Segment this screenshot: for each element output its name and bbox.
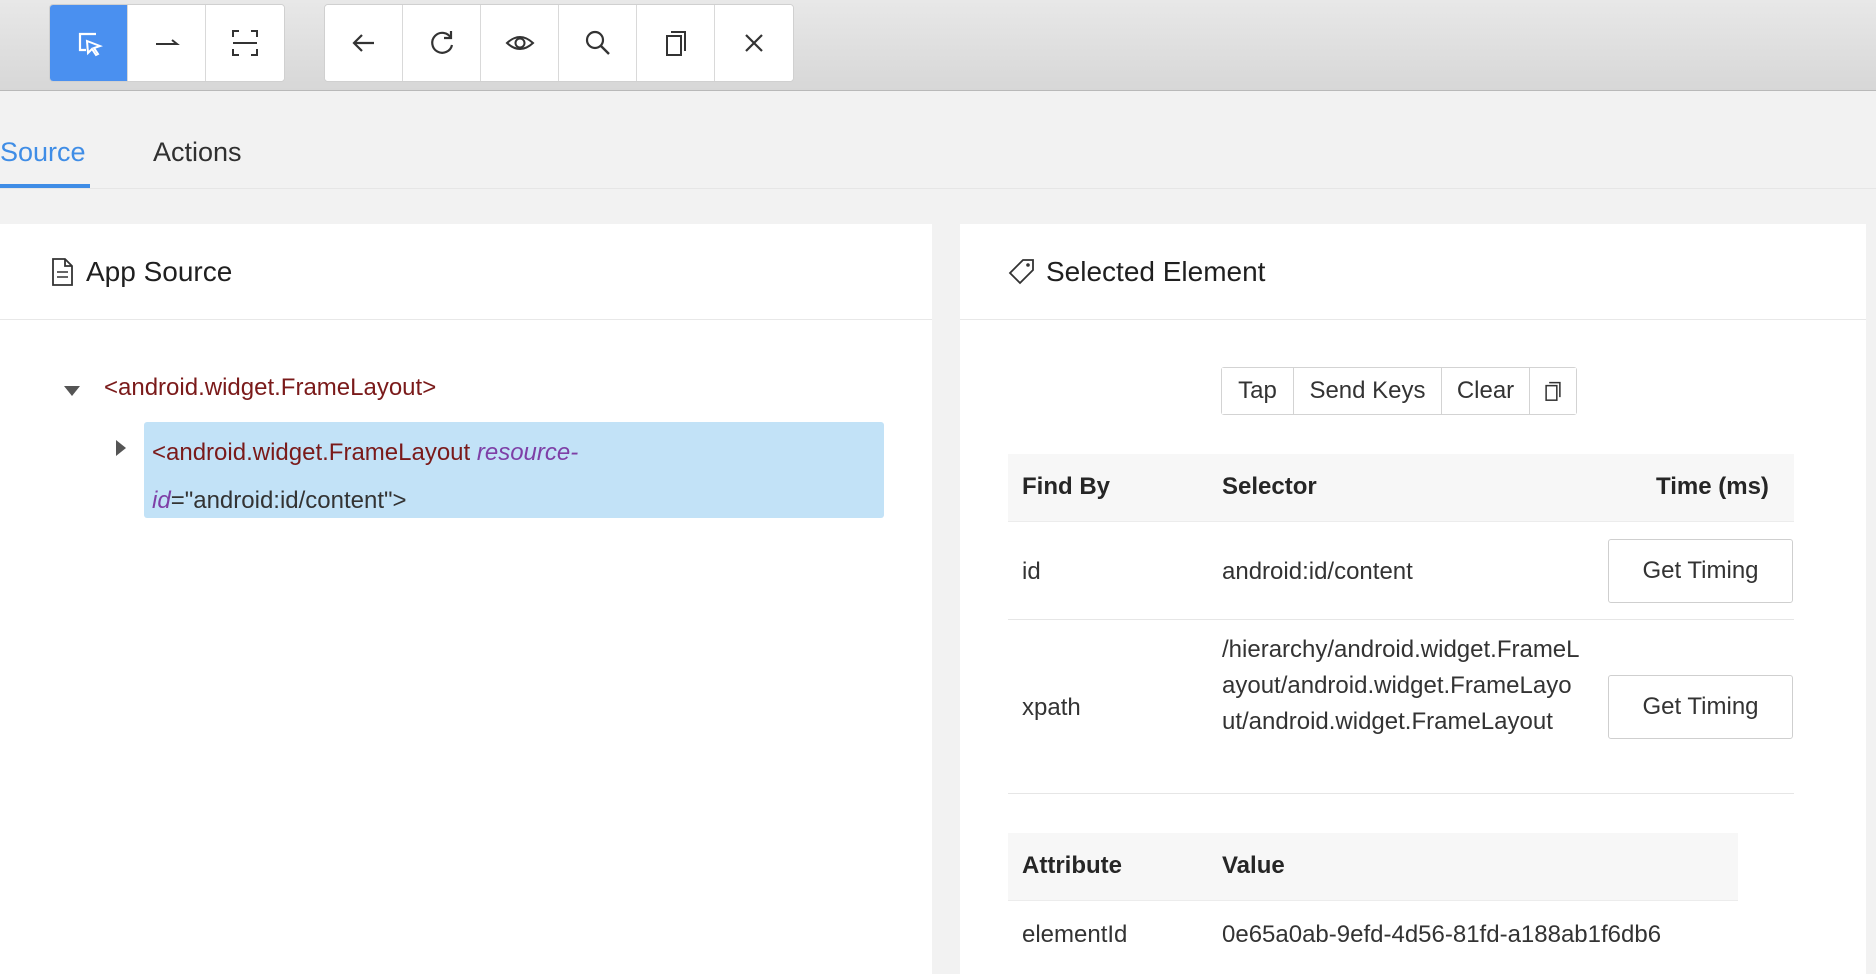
find-by-cell: xpath bbox=[1022, 694, 1081, 721]
table-row: xpath /hierarchy/android.widget.FrameLay… bbox=[1008, 620, 1794, 794]
get-timing-button[interactable]: Get Timing bbox=[1608, 539, 1793, 603]
selector-cell: /hierarchy/android.widget.FrameLayout/an… bbox=[1222, 636, 1580, 735]
tree-node-attr-name-cont: id bbox=[152, 487, 171, 514]
tab-bar: Source Actions bbox=[0, 91, 1876, 189]
attribute-value-cell: 0e65a0ab-9efd-4d56-81fd-a188ab1f6db6 bbox=[1222, 921, 1662, 948]
table-row: elementId 0e65a0ab-9efd-4d56-81fd-a188ab… bbox=[1008, 901, 1738, 974]
swipe-button[interactable] bbox=[128, 5, 206, 81]
swipe-arrow-icon bbox=[155, 39, 180, 45]
table-row: id android:id/content Get Timing bbox=[1008, 522, 1794, 620]
attribute-table-header: Attribute Value bbox=[1008, 833, 1738, 901]
copy-attributes-button[interactable] bbox=[1530, 368, 1576, 414]
attribute-name-cell: elementId bbox=[1022, 921, 1128, 948]
action-button-group bbox=[324, 4, 794, 82]
find-by-cell: id bbox=[1022, 558, 1041, 585]
file-icon bbox=[52, 257, 73, 286]
col-time: Time (ms) bbox=[1656, 473, 1769, 500]
selected-element-header: Selected Element bbox=[960, 224, 1866, 320]
col-selector: Selector bbox=[1222, 473, 1317, 500]
expand-caret-icon[interactable] bbox=[116, 440, 126, 456]
select-element-icon bbox=[78, 32, 103, 57]
eye-icon bbox=[505, 36, 534, 50]
refresh-button[interactable] bbox=[403, 5, 481, 81]
selector-cell: android:id/content bbox=[1222, 558, 1413, 585]
tree-node-root[interactable]: <android.widget.FrameLayout> bbox=[104, 374, 436, 402]
tree-node-selected[interactable]: <android.widget.FrameLayout resource- id… bbox=[144, 422, 884, 518]
app-source-title: App Source bbox=[86, 255, 233, 287]
toggle-attributes-button[interactable] bbox=[481, 5, 559, 81]
col-attribute: Attribute bbox=[1022, 852, 1122, 879]
tap-coordinates-icon bbox=[232, 30, 258, 56]
element-action-bar: Tap Send Keys Clear bbox=[1221, 367, 1577, 415]
selected-element-panel: Selected Element Tap Send Keys Clear Fin… bbox=[960, 224, 1866, 974]
send-keys-button[interactable]: Send Keys bbox=[1294, 368, 1442, 414]
back-arrow-icon bbox=[351, 34, 374, 52]
clear-button[interactable]: Clear bbox=[1442, 368, 1530, 414]
collapse-caret-icon[interactable] bbox=[64, 386, 80, 396]
refresh-icon bbox=[430, 31, 453, 54]
copy-button[interactable] bbox=[637, 5, 715, 81]
close-icon bbox=[745, 34, 763, 52]
close-session-button[interactable] bbox=[715, 5, 793, 81]
copy-icon bbox=[1545, 381, 1561, 401]
toolbar bbox=[0, 0, 1876, 91]
find-by-table-header: Find By Selector Time (ms) bbox=[1008, 454, 1794, 522]
selected-element-title: Selected Element bbox=[1046, 255, 1266, 287]
tree-node-attr-name: resource- bbox=[476, 439, 579, 466]
search-button[interactable] bbox=[559, 5, 637, 81]
active-tab-indicator bbox=[0, 184, 90, 188]
search-icon bbox=[585, 30, 610, 55]
get-timing-button[interactable]: Get Timing bbox=[1608, 675, 1793, 739]
app-source-panel: App Source <android.widget.FrameLayout> … bbox=[0, 224, 932, 974]
select-element-button[interactable] bbox=[50, 5, 128, 81]
back-button[interactable] bbox=[325, 5, 403, 81]
tab-source[interactable]: Source bbox=[0, 137, 86, 168]
mode-button-group bbox=[49, 4, 285, 82]
col-value: Value bbox=[1222, 852, 1285, 879]
col-find-by: Find By bbox=[1022, 473, 1110, 500]
tap-coordinates-button[interactable] bbox=[206, 5, 284, 81]
tree-node-attr-value: ="android:id/content"> bbox=[170, 487, 407, 514]
tap-button[interactable]: Tap bbox=[1222, 368, 1294, 414]
app-source-header: App Source bbox=[0, 224, 932, 320]
attribute-table: Attribute Value elementId 0e65a0ab-9efd-… bbox=[1008, 833, 1738, 974]
tree-node-tag: <android.widget.FrameLayout bbox=[152, 439, 471, 466]
tab-actions[interactable]: Actions bbox=[153, 137, 242, 168]
copy-icon bbox=[665, 31, 686, 56]
find-by-table: Find By Selector Time (ms) id android:id… bbox=[1008, 454, 1794, 794]
tag-icon bbox=[1008, 258, 1034, 284]
